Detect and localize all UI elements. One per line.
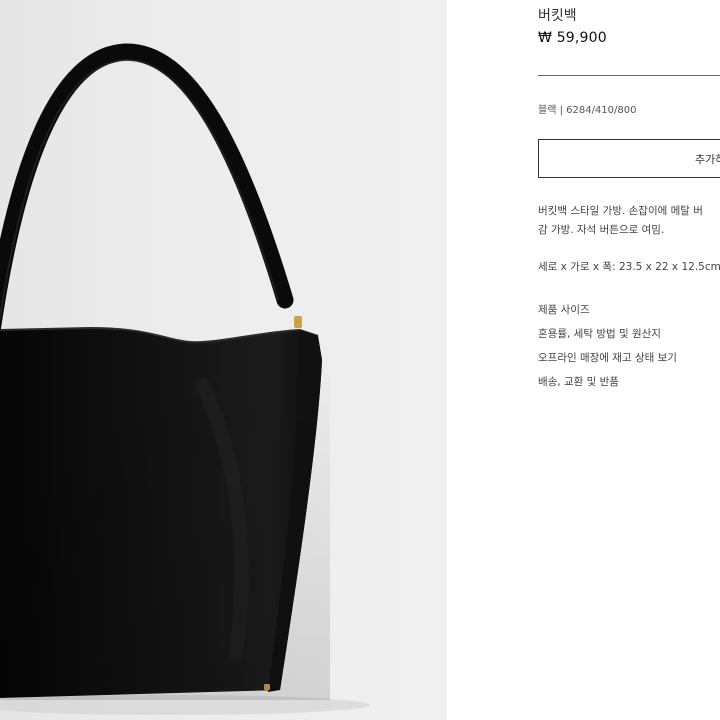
product-image[interactable] <box>0 0 445 720</box>
description-line: 버킷백 스타일 가방. 손잡이에 메탈 버 <box>538 205 703 217</box>
product-color-reference: 블랙 | 6284/410/800 <box>538 105 637 116</box>
link-product-size[interactable]: 제품 사이즈 <box>538 302 590 317</box>
product-price: ₩ 59,900 <box>538 30 607 46</box>
product-dimensions: 세로 x 가로 x 폭: 23.5 x 22 x 12.5cm <box>538 261 720 273</box>
link-shipping-returns[interactable]: 배송, 교환 및 반품 <box>538 374 619 389</box>
link-store-stock[interactable]: 오프라인 매장에 재고 상태 보기 <box>538 350 677 365</box>
description-line: 감 가방. 자석 버튼으로 여밈. <box>538 224 665 236</box>
bucket-bag-illustration <box>0 43 370 715</box>
product-detail-panel: 버킷백 ₩ 59,900 블랙 | 6284/410/800 추가하 버킷백 스… <box>446 0 720 720</box>
product-description: 버킷백 스타일 가방. 손잡이에 메탈 버 감 가방. 자석 버튼으로 여밈. <box>538 202 720 240</box>
add-to-cart-button[interactable]: 추가하 <box>538 139 720 178</box>
link-composition-care-origin[interactable]: 혼용률, 세탁 방법 및 원산지 <box>538 326 661 341</box>
price-divider <box>538 75 720 76</box>
product-title: 버킷백 <box>538 8 577 24</box>
